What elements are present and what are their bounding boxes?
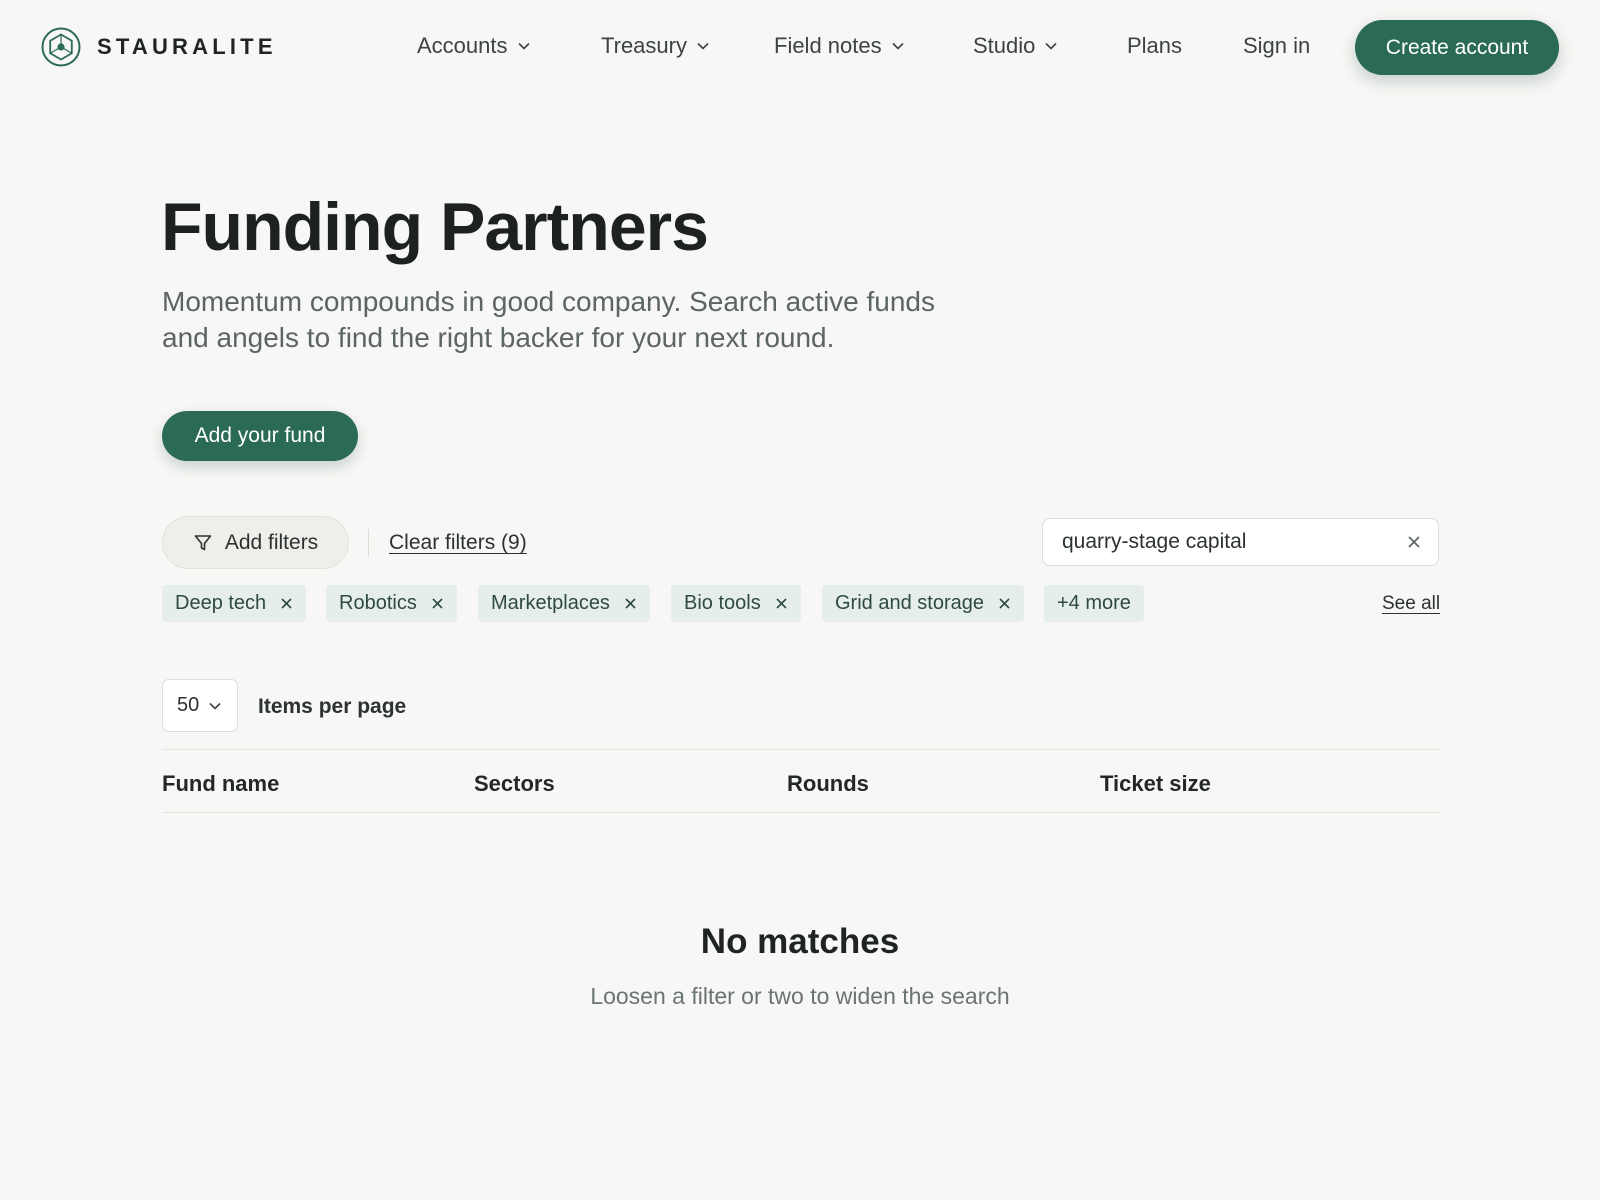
chevron-down-icon <box>892 42 904 50</box>
filter-chip-robotics: Robotics <box>326 585 457 622</box>
nav-item-label: Field notes <box>774 33 882 58</box>
chevron-down-icon <box>517 42 530 50</box>
page-subtitle: Momentum compounds in good company. Sear… <box>162 286 936 353</box>
column-header-rounds[interactable]: Rounds <box>787 771 869 797</box>
chevron-down-icon <box>209 702 221 710</box>
site-header: STAURALITE Accounts Treasury Field notes… <box>0 0 1600 96</box>
nav-item-accounts[interactable]: Accounts <box>417 33 531 59</box>
nav-item-plans[interactable]: Plans <box>1127 33 1182 59</box>
create-account-button[interactable]: Create account <box>1355 20 1559 75</box>
empty-state-title: No matches <box>700 922 900 961</box>
hexagon-cube-icon <box>41 27 81 67</box>
clear-filters-link[interactable]: Clear filters (9) <box>389 531 527 555</box>
add-filters-label: Add filters <box>224 530 319 554</box>
add-filters-button[interactable]: Add filters <box>162 516 349 569</box>
filter-chip-deep-tech: Deep tech <box>162 585 307 622</box>
add-your-fund-button[interactable]: Add your fund <box>162 411 358 461</box>
table-header-rule <box>162 812 1440 813</box>
brand[interactable]: STAURALITE <box>41 27 277 67</box>
sign-in-link[interactable]: Sign in <box>1243 33 1310 59</box>
filter-chip-grid-and-storage: Grid and storage <box>822 585 1024 622</box>
page-title: Funding Partners <box>161 189 709 265</box>
remove-chip-icon[interactable] <box>431 597 444 610</box>
filter-icon <box>194 534 212 550</box>
per-page-value: 50 <box>177 694 200 716</box>
search-field <box>1042 518 1439 566</box>
chip-label: Bio tools <box>684 592 761 614</box>
brand-name: STAURALITE <box>97 34 277 59</box>
nav-item-label: Plans <box>1127 33 1183 58</box>
remove-chip-icon[interactable] <box>280 597 293 610</box>
see-all-link[interactable]: See all <box>1382 593 1440 615</box>
clear-search-icon[interactable] <box>1404 532 1424 552</box>
remove-chip-icon[interactable] <box>624 597 637 610</box>
filter-chip-bio-tools: Bio tools <box>671 585 801 622</box>
remove-chip-icon[interactable] <box>775 597 788 610</box>
chevron-down-icon <box>1045 42 1057 50</box>
search-input[interactable] <box>1062 528 1382 556</box>
chip-label: +4 more <box>1057 592 1131 614</box>
nav-item-treasury[interactable]: Treasury <box>601 33 710 59</box>
empty-state-subtitle: Loosen a filter or two to widen the sear… <box>590 983 1010 1009</box>
chip-label: Deep tech <box>175 592 267 614</box>
nav-item-label: Accounts <box>417 33 508 58</box>
filter-chip-marketplaces: Marketplaces <box>478 585 650 622</box>
nav-item-label: Studio <box>973 33 1036 58</box>
table-top-rule <box>162 749 1440 750</box>
nav-item-label: Sign in <box>1243 33 1311 58</box>
nav-item-field-notes[interactable]: Field notes <box>774 33 905 59</box>
column-header-sectors[interactable]: Sectors <box>474 771 555 797</box>
remove-chip-icon[interactable] <box>998 597 1011 610</box>
nav-item-studio[interactable]: Studio <box>973 33 1058 59</box>
chip-label: Grid and storage <box>835 592 984 614</box>
filter-divider <box>368 529 369 556</box>
column-header-fund-name[interactable]: Fund name <box>162 771 279 797</box>
column-header-ticket-size[interactable]: Ticket size <box>1100 771 1211 797</box>
items-per-page-select[interactable]: 50 <box>162 679 238 732</box>
chip-label: Marketplaces <box>491 592 610 614</box>
chevron-down-icon <box>697 42 709 50</box>
more-filters-chip[interactable]: +4 more <box>1044 585 1144 622</box>
chip-label: Robotics <box>339 592 417 614</box>
items-per-page-label: Items per page <box>258 695 407 718</box>
nav-item-label: Treasury <box>601 33 687 58</box>
